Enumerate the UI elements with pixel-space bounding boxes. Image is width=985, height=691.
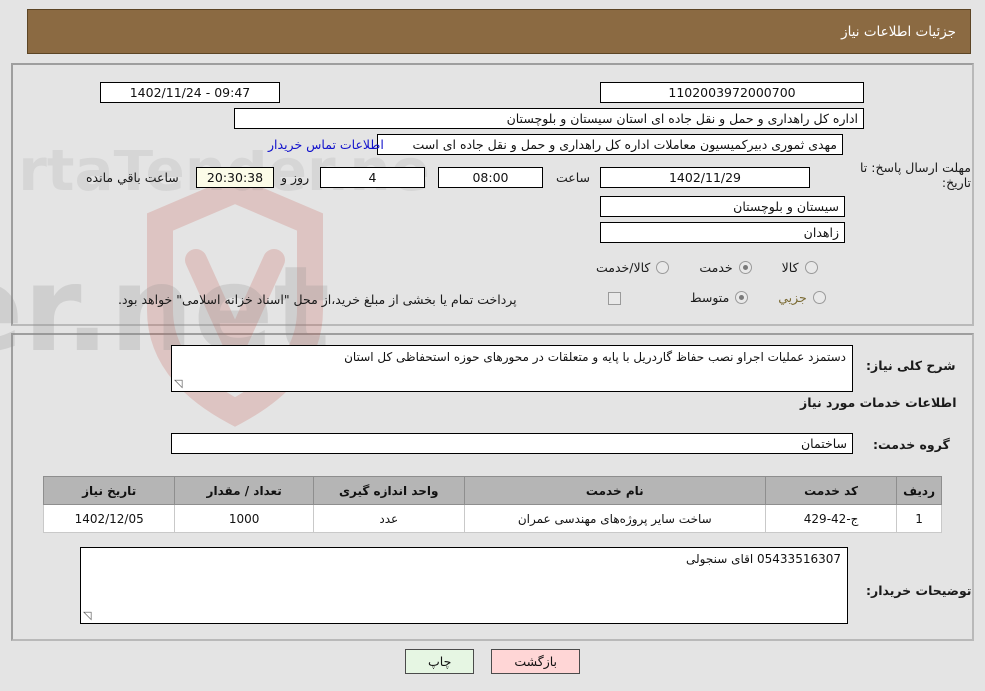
creator-value[interactable]: مهدی ثموری دبیرکمیسیون معاملات اداره کل … [377,134,843,155]
buyer-org-value[interactable]: اداره کل راهداری و حمل و نقل جاده ای است… [234,108,864,129]
cell-unit: عدد [313,504,465,533]
category-option-kala-label: کالا [781,260,799,275]
th-service-code: کد خدمت [765,476,898,505]
radio-motavaset-icon[interactable] [735,291,749,304]
buyer-notes-textarea[interactable]: 05433516307 اقای سنجولی ◸ [80,547,848,624]
category-option-kala[interactable]: کالا [782,260,818,275]
service-group-value[interactable]: ساختمان [171,433,853,454]
radio-jozi-icon[interactable] [812,291,826,304]
category-option-khedmat[interactable]: خدمت [699,260,752,275]
need-number-value[interactable]: 1102003972000700 [600,82,864,103]
page-title: جزئیات اطلاعات نیاز [841,23,956,40]
buyer-contact-link[interactable]: اطلاعات تماس خریدار [268,137,384,152]
category-option-kala-khedmat[interactable]: کالا/خدمت [596,260,670,275]
summary-textarea[interactable]: دستمزد عملیات اجراو نصب حفاظ گاردریل با … [171,345,853,392]
days-label: روز و [281,170,310,185]
services-heading: اطلاعات خدمات مورد نیاز [800,395,957,410]
cell-quantity: 1000 [174,504,315,533]
back-button[interactable]: بازگشت [491,649,581,674]
announce-datetime-value[interactable]: 09:47 - 1402/11/24 [100,82,280,103]
summary-text: دستمزد عملیات اجراو نصب حفاظ گاردریل با … [344,350,846,364]
th-quantity: تعداد / مقدار [174,476,315,505]
radio-kala-khedmat-icon[interactable] [656,261,670,274]
days-remaining-value[interactable]: 4 [320,167,425,188]
buyer-notes-text: 05433516307 اقای سنجولی [685,552,841,566]
delivery-province-value[interactable]: سیستان و بلوچستان [600,196,845,217]
footer-button-row: بازگشت چاپ [0,649,985,674]
hour-label: ساعت [556,170,591,185]
category-option-kala-khedmat-label: کالا/خدمت [596,260,651,275]
radio-kala-icon[interactable] [804,261,818,274]
page-header: جزئیات اطلاعات نیاز [27,9,971,54]
th-need-date: تاریخ نیاز [42,476,176,505]
buyer-notes-label: توضیحات خریدار: [866,583,972,598]
services-table: ردیف کد خدمت نام خدمت واحد اندازه گیری ت… [42,476,942,533]
countdown-timer-value: 20:30:38 [196,167,274,188]
deadline-date-value[interactable]: 1402/11/29 [600,167,810,188]
page-root: ArtaTender.net rtaTender.ne جزئیات اطلاع… [0,0,985,691]
resize-grip-icon[interactable]: ◸ [174,377,186,390]
resize-grip-icon-2[interactable]: ◸ [83,609,95,622]
th-unit: واحد اندازه گیری [313,476,465,505]
print-button[interactable]: چاپ [405,649,475,674]
treasury-bonds-text: پرداخت تمام یا بخشی از مبلغ خرید،از محل … [118,292,517,307]
cell-need-date: 1402/12/05 [42,504,176,533]
cell-radif: 1 [896,504,942,533]
process-option-motavaset[interactable]: متوسط [690,290,749,305]
deadline-label-wrap: مهلت ارسال پاسخ: تا تاریخ: [860,160,971,190]
remaining-hours-label: ساعت باقي مانده [86,170,179,185]
process-option-jozi-label: جزیي [778,290,807,305]
table-row[interactable]: 1 ج-42-429 ساخت سایر پروژه‌های مهندسی عم… [42,504,942,533]
radio-khedmat-icon[interactable] [738,261,752,274]
purchase-process-radio-group: جزیي متوسط [690,290,826,305]
delivery-city-value[interactable]: زاهدان [600,222,845,243]
th-service-name: نام خدمت [463,476,767,505]
treasury-bonds-checkbox[interactable] [608,292,621,305]
cell-service-name: ساخت سایر پروژه‌های مهندسی عمران [463,504,767,533]
table-header-row: ردیف کد خدمت نام خدمت واحد اندازه گیری ت… [42,476,942,505]
service-group-label: گروه خدمت: [873,437,950,452]
category-option-khedmat-label: خدمت [699,260,733,275]
th-radif: ردیف [896,476,942,505]
summary-label: شرح کلی نیاز: [866,358,956,373]
cell-service-code: ج-42-429 [765,504,898,533]
deadline-label-line2: تاریخ: [941,175,971,190]
subject-category-radio-group: کالا خدمت کالا/خدمت [596,260,818,275]
hour-value[interactable]: 08:00 [438,167,543,188]
process-option-jozi[interactable]: جزیي [778,290,826,305]
deadline-label-line1: مهلت ارسال پاسخ: تا [860,160,971,175]
process-option-motavaset-label: متوسط [690,290,730,305]
